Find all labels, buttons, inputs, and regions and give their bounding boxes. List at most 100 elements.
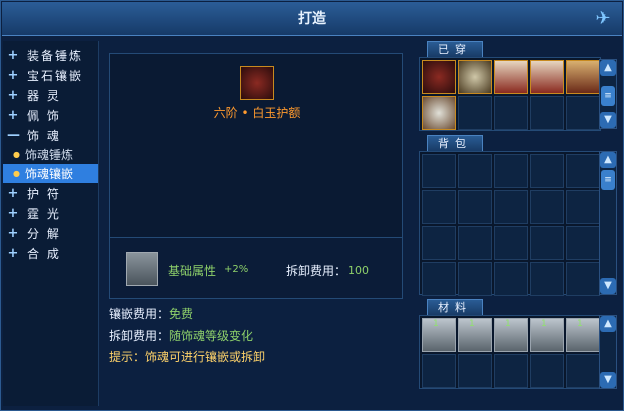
equipped-scrollbar[interactable]: ▲ ≡ ▼ bbox=[599, 59, 617, 129]
empty-slot[interactable] bbox=[566, 354, 600, 388]
empty-slot[interactable] bbox=[530, 154, 564, 188]
empty-slot[interactable] bbox=[494, 96, 528, 130]
empty-slot[interactable] bbox=[530, 226, 564, 260]
empty-slot[interactable] bbox=[458, 96, 492, 130]
scroll-thumb[interactable]: ≡ bbox=[601, 170, 615, 190]
empty-slot[interactable] bbox=[422, 226, 456, 260]
empty-slot[interactable] bbox=[566, 96, 600, 130]
helmet-slot[interactable] bbox=[422, 60, 456, 94]
inlay-fee-row: 镶嵌费用：免费 bbox=[109, 305, 193, 322]
wolf-soul-stone[interactable]: 1 bbox=[422, 318, 456, 352]
sidebar-item-amulet[interactable]: + 护 符 bbox=[3, 183, 98, 203]
empty-slot[interactable] bbox=[530, 262, 564, 296]
empty-slot[interactable] bbox=[458, 354, 492, 388]
sidebar-item-accessory-soul[interactable]: — 饰 魂 bbox=[3, 125, 98, 145]
sidebar-item-equip-forge[interactable]: + 装备锤炼 bbox=[3, 45, 98, 65]
empty-slot[interactable] bbox=[458, 262, 492, 296]
plus-icon: + bbox=[7, 185, 21, 201]
backpack-scrollbar[interactable]: ▲ ≡ ▼ bbox=[599, 151, 617, 295]
tab-equipped[interactable]: 已穿 bbox=[427, 41, 483, 57]
sidebar-item-spirit[interactable]: + 器 灵 bbox=[3, 85, 98, 105]
item-count: 1 bbox=[433, 319, 439, 329]
bracer-slot[interactable] bbox=[494, 60, 528, 94]
tip-row: 提示：饰魂可进行镶嵌或拆卸 bbox=[109, 348, 265, 365]
sidebar-item-gem-inlay[interactable]: + 宝石镶嵌 bbox=[3, 65, 98, 85]
helmet-icon[interactable] bbox=[240, 66, 274, 100]
sidebar-item-label: 佩 饰 bbox=[27, 108, 61, 123]
empty-slot[interactable] bbox=[566, 226, 600, 260]
scroll-down-icon[interactable]: ▼ bbox=[600, 278, 616, 294]
plus-icon: + bbox=[7, 87, 21, 103]
empty-slot[interactable] bbox=[494, 226, 528, 260]
tab-backpack[interactable]: 背包 bbox=[427, 135, 483, 151]
empty-slot[interactable] bbox=[458, 190, 492, 224]
sidebar-item-label: 饰 魂 bbox=[27, 128, 61, 143]
sidebar-item-label: 霆 光 bbox=[27, 206, 61, 221]
sidebar-item-label: 器 灵 bbox=[27, 88, 61, 103]
close-icon[interactable]: ✈ bbox=[592, 8, 614, 30]
backpack-grid bbox=[419, 151, 601, 296]
empty-slot[interactable] bbox=[458, 226, 492, 260]
empty-slot[interactable] bbox=[530, 96, 564, 130]
plus-icon: + bbox=[7, 245, 21, 261]
pendant-slot[interactable] bbox=[422, 96, 456, 130]
item-count: 1 bbox=[541, 319, 547, 329]
materials-scrollbar[interactable]: ▲ ▼ bbox=[599, 315, 617, 389]
attribute-panel: 基础属性 +2% 拆卸费用： 100 bbox=[109, 237, 403, 299]
armor-slot[interactable] bbox=[458, 60, 492, 94]
bullet-icon: ● bbox=[13, 169, 20, 178]
empty-slot[interactable] bbox=[494, 354, 528, 388]
minus-icon: — bbox=[7, 127, 22, 143]
scroll-up-icon[interactable]: ▲ bbox=[600, 60, 616, 76]
empty-slot[interactable] bbox=[494, 154, 528, 188]
wolf-soul-stone[interactable]: 1 bbox=[494, 318, 528, 352]
scroll-down-icon[interactable]: ▼ bbox=[600, 112, 616, 128]
sidebar: + 装备锤炼 + 宝石镶嵌 + 器 灵 + 佩 饰 — 饰 魂 ● 饰魂锤炼 ● 饰魂镶嵌 +… bbox=[3, 41, 99, 406]
empty-slot[interactable] bbox=[530, 354, 564, 388]
sidebar-item-label: 装备锤炼 bbox=[27, 48, 84, 63]
remove-fee-label: 拆卸费用： bbox=[109, 329, 170, 343]
plus-icon: + bbox=[7, 107, 21, 123]
attr-value: +2% bbox=[224, 264, 249, 275]
sidebar-item-compose[interactable]: + 合 成 bbox=[3, 243, 98, 263]
empty-slot[interactable] bbox=[530, 190, 564, 224]
sidebar-item-label: 宝石镶嵌 bbox=[27, 68, 84, 83]
scroll-up-icon[interactable]: ▲ bbox=[600, 152, 616, 168]
inlay-fee-value: 免费 bbox=[169, 307, 194, 321]
sidebar-item-light[interactable]: + 霆 光 bbox=[3, 203, 98, 223]
bullet-icon: ● bbox=[13, 150, 20, 159]
empty-slot[interactable] bbox=[458, 154, 492, 188]
empty-slot[interactable] bbox=[566, 154, 600, 188]
wolf-soul-icon[interactable] bbox=[126, 252, 158, 286]
sidebar-item-decompose[interactable]: + 分 解 bbox=[3, 223, 98, 243]
empty-slot[interactable] bbox=[494, 262, 528, 296]
sidebar-item-accessory[interactable]: + 佩 饰 bbox=[3, 105, 98, 125]
materials-grid: 1 1 1 1 1 bbox=[419, 315, 601, 389]
ring-slot[interactable] bbox=[566, 60, 600, 94]
sidebar-subitem-label: 饰魂锤炼 bbox=[24, 148, 73, 162]
scroll-down-icon[interactable]: ▼ bbox=[600, 372, 616, 388]
tab-materials[interactable]: 材料 bbox=[427, 299, 483, 315]
sidebar-subitem-soul-inlay[interactable]: ● 饰魂镶嵌 bbox=[3, 164, 98, 183]
scroll-up-icon[interactable]: ▲ bbox=[600, 316, 616, 332]
belt-slot[interactable] bbox=[530, 60, 564, 94]
wolf-soul-stone[interactable]: 1 bbox=[458, 318, 492, 352]
plus-icon: + bbox=[7, 67, 21, 83]
sidebar-item-label: 护 符 bbox=[27, 186, 61, 201]
empty-slot[interactable] bbox=[494, 190, 528, 224]
empty-slot[interactable] bbox=[422, 190, 456, 224]
forge-window: 打造 ✈ + 装备锤炼 + 宝石镶嵌 + 器 灵 + 佩 饰 — 饰 魂 ● 饰魂锤炼 ● 饰… bbox=[0, 0, 624, 411]
equip-preview-panel: 六阶 • 白玉护额 bbox=[109, 53, 403, 239]
wolf-soul-stone[interactable]: 1 bbox=[530, 318, 564, 352]
empty-slot[interactable] bbox=[422, 154, 456, 188]
wolf-soul-stone[interactable]: 1 bbox=[566, 318, 600, 352]
plus-icon: + bbox=[7, 225, 21, 241]
empty-slot[interactable] bbox=[566, 262, 600, 296]
empty-slot[interactable] bbox=[422, 262, 456, 296]
empty-slot[interactable] bbox=[566, 190, 600, 224]
sidebar-subitem-soul-forge[interactable]: ● 饰魂锤炼 bbox=[3, 145, 98, 164]
remove-fee-row: 拆卸费用：随饰魂等级变化 bbox=[109, 327, 253, 344]
scroll-thumb[interactable]: ≡ bbox=[601, 86, 615, 106]
empty-slot[interactable] bbox=[422, 354, 456, 388]
window-title: 打造 bbox=[298, 11, 326, 27]
